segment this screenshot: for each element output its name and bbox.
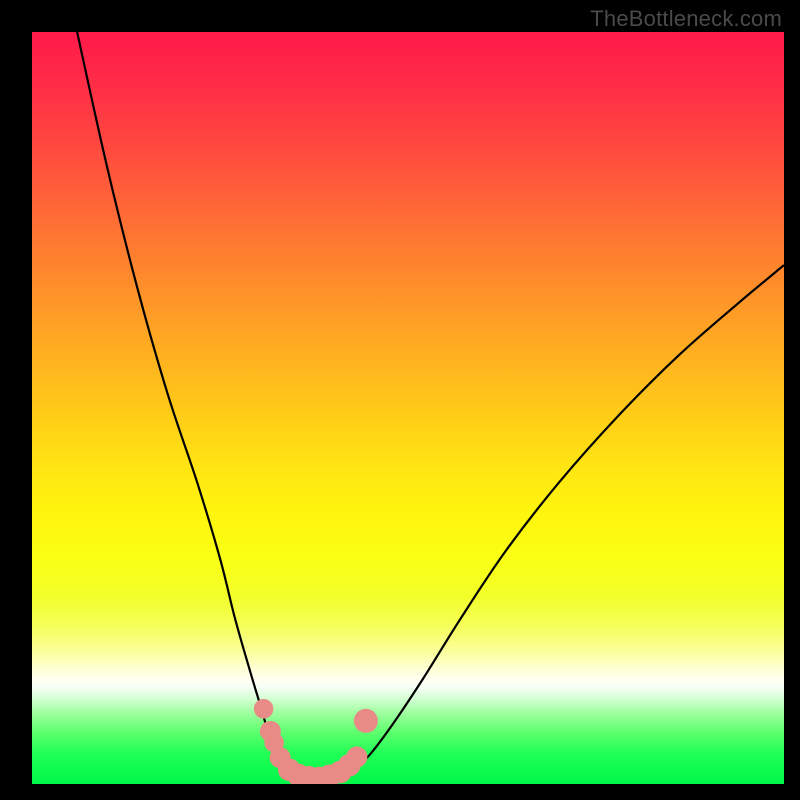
watermark-text: TheBottleneck.com — [590, 6, 782, 32]
plot-area — [32, 32, 784, 784]
chart-frame: TheBottleneck.com — [0, 0, 800, 800]
curve-layer — [32, 32, 784, 784]
valley-markers — [254, 699, 378, 784]
marker-dot — [354, 709, 378, 733]
curve-right-branch — [352, 265, 784, 773]
marker-dot — [346, 746, 367, 767]
curve-left-branch — [77, 32, 284, 773]
marker-dot — [254, 699, 274, 719]
